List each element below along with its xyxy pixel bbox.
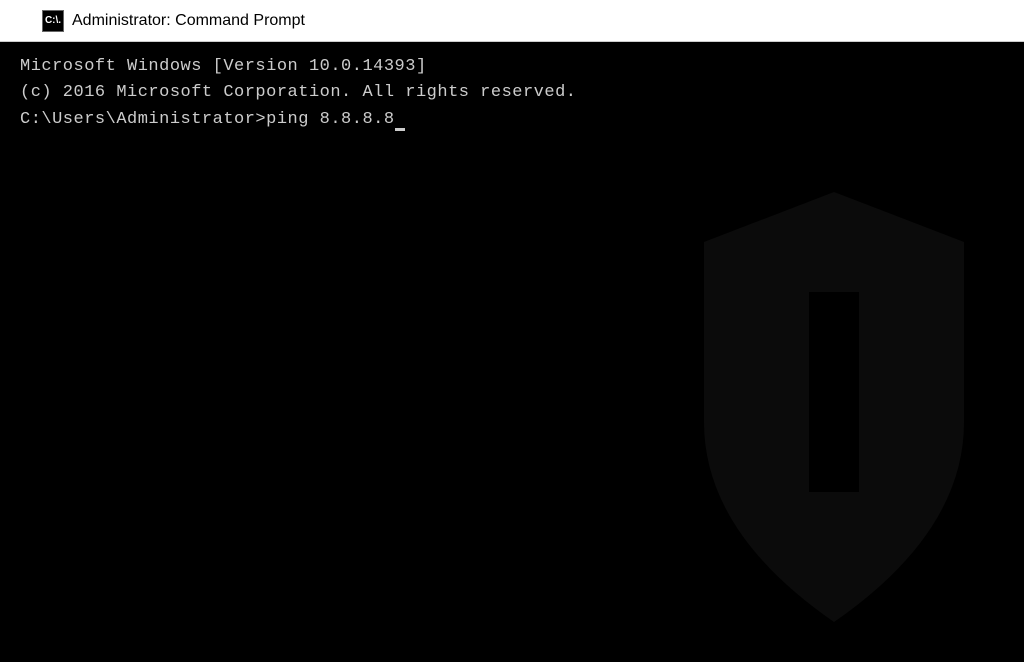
cmd-prompt-icon: C:\. [42, 10, 64, 32]
copyright-line: (c) 2016 Microsoft Corporation. All righ… [20, 80, 1004, 106]
version-line: Microsoft Windows [Version 10.0.14393] [20, 54, 1004, 80]
prompt-row: C:\Users\Administrator>ping 8.8.8.8 [20, 107, 1004, 133]
shield-icon [624, 172, 1024, 652]
cmd-icon-text: C:\. [45, 15, 61, 26]
command-input-text: ping 8.8.8.8 [266, 110, 394, 129]
window-title: Administrator: Command Prompt [72, 12, 305, 30]
terminal-output-area[interactable]: Microsoft Windows [Version 10.0.14393] (… [0, 42, 1024, 602]
prompt-path: C:\Users\Administrator> [20, 110, 266, 129]
watermark-logo [624, 172, 1024, 652]
window-title-bar[interactable]: C:\. Administrator: Command Prompt [0, 0, 1024, 42]
text-cursor [395, 128, 405, 131]
